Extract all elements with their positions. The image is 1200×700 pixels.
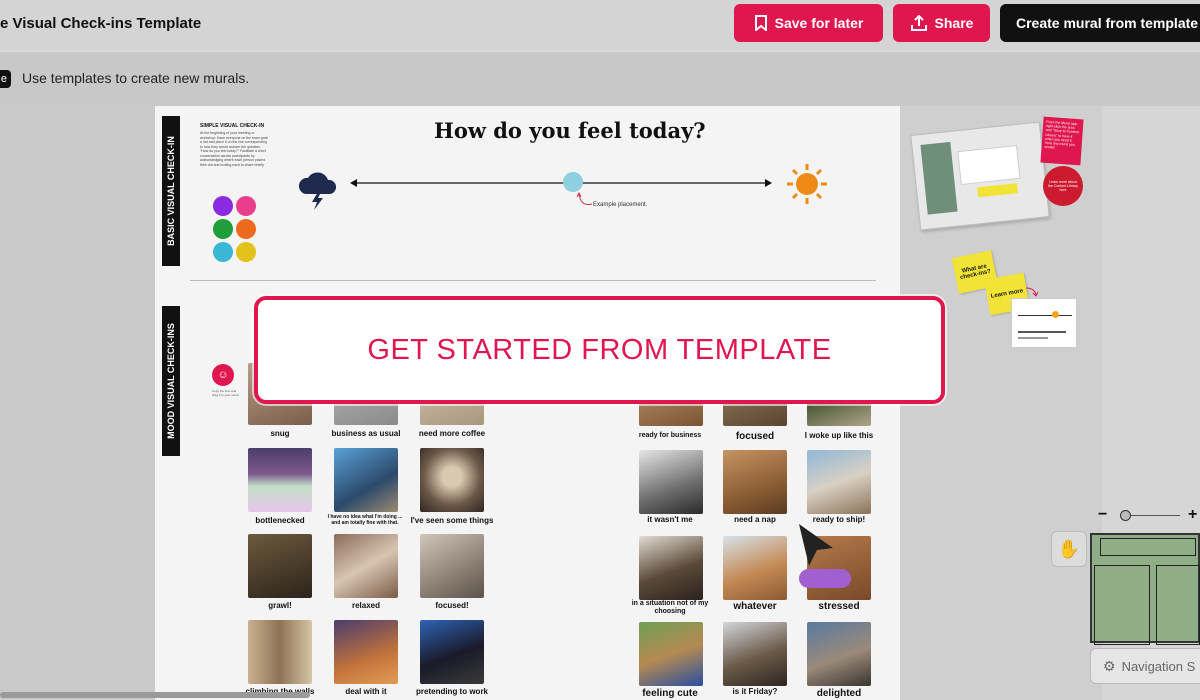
color-dot[interactable] — [236, 219, 256, 239]
mood-caption: need a nap — [734, 515, 776, 524]
info-badge: e — [0, 70, 11, 88]
mood-photo — [334, 534, 398, 598]
mood-caption: stressed — [818, 601, 860, 612]
mood-section-label: MOOD VISUAL CHECK-INS — [162, 306, 180, 456]
mood-caption: pretending to work — [416, 687, 488, 696]
basic-section-label: BASIC VISUAL CHECK-IN — [162, 116, 180, 266]
mood-caption: deal with it — [345, 687, 387, 696]
mood-photo — [420, 534, 484, 598]
create-mural-button[interactable]: Create mural from template — [1000, 4, 1200, 42]
color-dot[interactable] — [236, 196, 256, 216]
mood-caption: snug — [270, 429, 290, 438]
page-title: e Visual Check-ins Template — [0, 15, 202, 32]
zoom-slider-track[interactable] — [1124, 515, 1180, 516]
simple-checkin-instructions: At the beginning of your meeting or work… — [200, 131, 268, 167]
create-label: Create mural from template — [1016, 15, 1199, 31]
mood-caption: I woke up like this — [804, 431, 874, 440]
feeling-scale-line — [350, 179, 772, 187]
content-library-preview — [910, 121, 1050, 231]
sun-icon — [787, 164, 827, 204]
section-divider — [190, 280, 876, 281]
info-bar: e Use templates to create new murals. — [0, 52, 1200, 106]
mood-caption: ready for business — [638, 432, 702, 439]
mood-caption: whatever — [733, 601, 777, 612]
zoom-slider-knob[interactable] — [1120, 510, 1131, 521]
zoom-in-button[interactable]: + — [1188, 506, 1197, 524]
curved-arrow-icon — [576, 192, 593, 205]
simple-checkin-title: SIMPLE VISUAL CHECK-IN — [200, 123, 265, 129]
color-dot[interactable] — [213, 219, 233, 239]
bookmark-icon — [754, 15, 767, 31]
get-started-label: GET STARTED FROM TEMPLATE — [367, 333, 832, 366]
mood-photo — [723, 450, 787, 514]
upload-icon — [910, 15, 927, 31]
top-bar: e Visual Check-ins Template Save for lat… — [0, 0, 1200, 50]
mood-caption: it wasn't me — [647, 515, 693, 524]
mood-photo — [248, 534, 312, 598]
learn-more-circle[interactable]: Learn more about the Content Library her… — [1043, 166, 1083, 206]
example-placement-label: Example placement. — [593, 202, 648, 208]
mood-caption: focused — [735, 431, 775, 442]
mood-caption: business as usual — [331, 429, 401, 438]
mood-photo — [334, 448, 398, 512]
color-dot[interactable] — [236, 242, 256, 262]
color-dot[interactable] — [213, 196, 233, 216]
mood-photo — [639, 622, 703, 686]
mood-photo — [723, 536, 787, 600]
horizontal-scrollbar[interactable] — [0, 692, 310, 698]
mini-preview-card — [1011, 298, 1077, 348]
save-for-later-button[interactable]: Save for later — [734, 4, 883, 42]
get-started-banner[interactable]: GET STARTED FROM TEMPLATE — [254, 296, 945, 404]
feel-question: How do you feel today? — [434, 118, 706, 143]
mood-caption: grawl! — [268, 601, 292, 610]
mood-photo — [807, 622, 871, 686]
mood-caption: relaxed — [351, 601, 381, 610]
mood-caption: focused! — [435, 601, 469, 610]
mood-caption: I've seen some things — [410, 516, 494, 525]
mood-photo — [248, 448, 312, 512]
mood-caption: feeling cute — [642, 688, 698, 699]
mood-photo — [420, 448, 484, 512]
mood-photo — [807, 450, 871, 514]
mood-caption: is it Friday? — [732, 687, 778, 696]
mood-caption: I have no idea what I'm doing ... and am… — [327, 514, 403, 526]
mood-pin-icon[interactable]: ☺ — [212, 364, 234, 386]
mood-photo — [248, 620, 312, 684]
share-button[interactable]: Share — [893, 4, 990, 42]
navigation-settings-button[interactable]: ⚙ Navigation S — [1090, 648, 1200, 684]
mood-caption: bottlenecked — [255, 516, 305, 525]
zoom-control: − + — [1098, 506, 1200, 526]
mood-caption: need more coffee — [418, 429, 486, 438]
hand-icon: ✋ — [1057, 538, 1081, 559]
color-dot[interactable] — [213, 242, 233, 262]
mood-photo — [639, 450, 703, 514]
example-dot[interactable] — [563, 172, 583, 192]
red-arrow-icon — [1025, 287, 1039, 297]
mood-photo — [639, 536, 703, 600]
storm-cloud-icon — [298, 172, 337, 210]
mood-caption: delighted — [816, 688, 862, 699]
share-label: Share — [934, 15, 974, 31]
pin-instructions: Copy the icon and drag it to your mood — [212, 389, 239, 397]
navigation-label: Navigation S — [1121, 658, 1196, 674]
red-note: From the Mural app, right-click the area… — [1040, 116, 1084, 166]
mood-photo — [420, 620, 484, 684]
collaborator-cursor-icon — [799, 524, 833, 566]
pan-tool-button[interactable]: ✋ — [1051, 531, 1087, 567]
info-text: Use templates to create new murals. — [22, 70, 250, 86]
gear-icon: ⚙ — [1103, 657, 1116, 674]
mood-photo — [334, 620, 398, 684]
mood-caption: in a situation not of my choosing — [631, 600, 709, 615]
save-label: Save for later — [774, 15, 864, 31]
purple-sticker[interactable] — [799, 569, 851, 588]
mood-photo — [723, 622, 787, 686]
zoom-out-button[interactable]: − — [1098, 506, 1107, 524]
minimap[interactable] — [1090, 533, 1200, 645]
